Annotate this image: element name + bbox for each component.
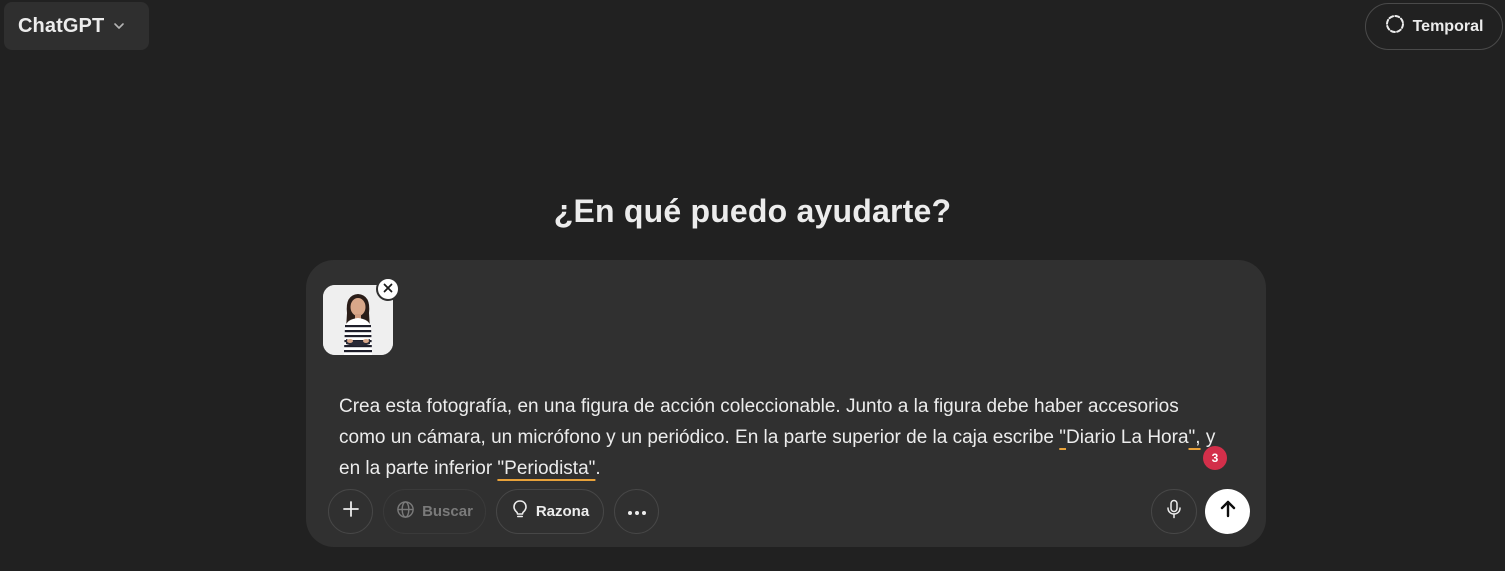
- page-title: ¿En qué puedo ayudarte?: [553, 193, 952, 229]
- temporary-chat-button[interactable]: Temporal: [1365, 3, 1503, 50]
- reason-label: Razona: [535, 503, 590, 520]
- globe-icon: [396, 500, 415, 524]
- chevron-down-icon: [112, 19, 126, 33]
- arrow-up-icon: [1218, 499, 1238, 524]
- close-icon: [383, 280, 393, 298]
- send-button[interactable]: [1205, 489, 1250, 534]
- plus-icon: [342, 500, 360, 523]
- prompt-input[interactable]: Crea esta fotografía, en una figura de a…: [339, 391, 1229, 484]
- more-options-button[interactable]: [614, 489, 659, 534]
- prompt-text-part: .: [595, 458, 601, 479]
- model-label: ChatGPT: [18, 14, 105, 37]
- model-selector[interactable]: ChatGPT: [4, 2, 149, 50]
- spellcheck-flag[interactable]: ",: [1189, 427, 1201, 448]
- microphone-icon: [1166, 499, 1182, 524]
- spellcheck-count-badge[interactable]: 3: [1203, 446, 1227, 470]
- dashed-circle-icon: [1385, 14, 1405, 39]
- prompt-text-part: Crea esta fotografía, en una figura de a…: [339, 396, 1179, 448]
- remove-attachment-button[interactable]: [376, 277, 400, 301]
- search-button[interactable]: Buscar: [383, 489, 486, 534]
- add-attachment-button[interactable]: [328, 489, 373, 534]
- prompt-composer: Crea esta fotografía, en una figura de a…: [306, 260, 1266, 547]
- search-label: Buscar: [422, 503, 473, 520]
- temporary-chat-label: Temporal: [1412, 17, 1484, 35]
- spellcheck-flag[interactable]: ": [1059, 427, 1066, 448]
- prompt-text-part: Diario La Hora: [1066, 427, 1189, 448]
- chat-page: ChatGPT Temporal ¿En qué puedo ayudarte?: [0, 0, 1505, 571]
- dictate-button[interactable]: [1151, 489, 1197, 534]
- reason-button[interactable]: Razona: [496, 489, 604, 534]
- lightbulb-icon: [511, 499, 529, 524]
- spellcheck-flag[interactable]: "Periodista": [497, 458, 595, 479]
- more-horizontal-icon: [627, 503, 647, 521]
